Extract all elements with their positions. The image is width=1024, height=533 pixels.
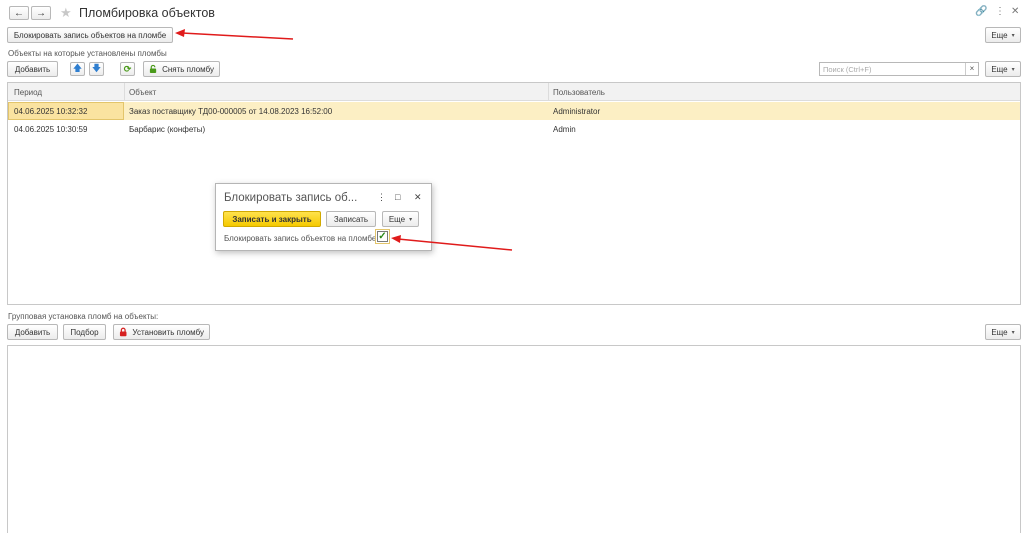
- cell-user: Admin: [553, 125, 576, 134]
- arrow-down-icon: 🡇: [91, 63, 102, 73]
- annotation-arrow-top: [175, 29, 294, 40]
- table-header: Период Объект Пользователь: [8, 83, 1020, 101]
- page-title: Пломбировка объектов: [79, 6, 215, 20]
- checkbox-label: Блокировать запись объектов на пломбе:: [224, 234, 379, 243]
- back-arrow-icon: ←: [14, 7, 24, 19]
- cell-period: 04.06.2025 10:32:32: [14, 107, 88, 116]
- block-record-button[interactable]: Блокировать запись объектов на пломбе: [7, 27, 173, 43]
- lock-icon: [119, 327, 127, 337]
- close-icon[interactable]: ✕: [1011, 6, 1019, 17]
- save-and-close-label: Записать и закрыть: [232, 214, 312, 224]
- cell-user: Administrator: [553, 107, 601, 116]
- arrow-up-icon: 🡅: [72, 63, 83, 73]
- column-header-period[interactable]: Период: [14, 88, 42, 97]
- add-label: Добавить: [14, 327, 51, 337]
- set-seal-label: Установить пломбу: [132, 327, 204, 337]
- back-button[interactable]: ←: [9, 6, 29, 20]
- favorite-star-icon[interactable]: ★: [60, 5, 72, 21]
- search-field[interactable]: ×: [819, 62, 979, 76]
- move-down-button[interactable]: 🡇: [89, 62, 104, 76]
- block-record-dialog: Блокировать запись об... ⋮ □ ✕ Записать …: [215, 183, 432, 251]
- refresh-icon: ⟳: [123, 63, 132, 74]
- refresh-button[interactable]: ⟳: [120, 62, 135, 76]
- save-button[interactable]: Записать: [326, 211, 376, 227]
- more-actions-icon[interactable]: ⋮: [995, 6, 1005, 17]
- save-label: Записать: [333, 214, 369, 224]
- check-mark-icon: ✓: [378, 231, 387, 242]
- block-record-label: Блокировать запись объектов на пломбе: [13, 30, 167, 40]
- group-add-button[interactable]: Добавить: [7, 324, 58, 340]
- move-up-button[interactable]: 🡅: [70, 62, 85, 76]
- dialog-maximize-icon[interactable]: □: [395, 192, 400, 202]
- table-row[interactable]: 04.06.2025 10:32:32 Заказ поставщику ТД0…: [8, 102, 1020, 120]
- block-record-checkbox[interactable]: ✓: [375, 229, 390, 244]
- link-icon[interactable]: 🔗: [975, 6, 987, 17]
- add-button[interactable]: Добавить: [7, 61, 58, 77]
- save-and-close-button[interactable]: Записать и закрыть: [223, 211, 321, 227]
- dialog-close-icon[interactable]: ✕: [414, 192, 422, 203]
- table-row[interactable]: 04.06.2025 10:30:59 Барбарис (конфеты) A…: [8, 120, 1020, 138]
- sealed-objects-table[interactable]: Период Объект Пользователь 04.06.2025 10…: [7, 82, 1021, 305]
- set-seal-button[interactable]: Установить пломбу: [113, 324, 210, 340]
- remove-seal-label: Снять пломбу: [162, 64, 214, 74]
- cell-period: 04.06.2025 10:30:59: [14, 125, 88, 134]
- more-button-top[interactable]: Еще ▾: [985, 27, 1021, 43]
- remove-seal-button[interactable]: Снять пломбу: [143, 61, 220, 77]
- more-label: Еще: [388, 214, 406, 224]
- dialog-more-button[interactable]: Еще ▾: [382, 211, 419, 227]
- more-label: Еще: [991, 64, 1008, 74]
- cell-object: Заказ поставщику ТД00-000005 от 14.08.20…: [129, 107, 333, 116]
- group-section-title: Групповая установка пломб на объекты:: [8, 312, 159, 321]
- more-label: Еще: [991, 30, 1008, 40]
- column-header-object[interactable]: Объект: [129, 88, 156, 97]
- add-label: Добавить: [14, 64, 51, 74]
- group-objects-table[interactable]: [7, 345, 1021, 533]
- more-label: Еще: [991, 327, 1008, 337]
- pick-label: Подбор: [70, 327, 99, 337]
- pick-button[interactable]: Подбор: [63, 324, 106, 340]
- more-button-group[interactable]: Еще ▾: [985, 324, 1021, 340]
- forward-arrow-icon: →: [36, 7, 46, 19]
- search-input[interactable]: [820, 63, 966, 75]
- more-button-sealed[interactable]: Еще ▾: [985, 61, 1021, 77]
- forward-button[interactable]: →: [31, 6, 51, 20]
- sealed-section-title: Объекты на которые установлены пломбы: [8, 49, 167, 58]
- cell-object: Барбарис (конфеты): [129, 125, 206, 134]
- unlock-icon: [149, 64, 157, 74]
- dialog-more-icon[interactable]: ⋮: [377, 192, 386, 203]
- search-clear-icon[interactable]: ×: [965, 63, 978, 75]
- column-header-user[interactable]: Пользователь: [553, 88, 605, 97]
- dialog-title: Блокировать запись об...: [224, 192, 358, 204]
